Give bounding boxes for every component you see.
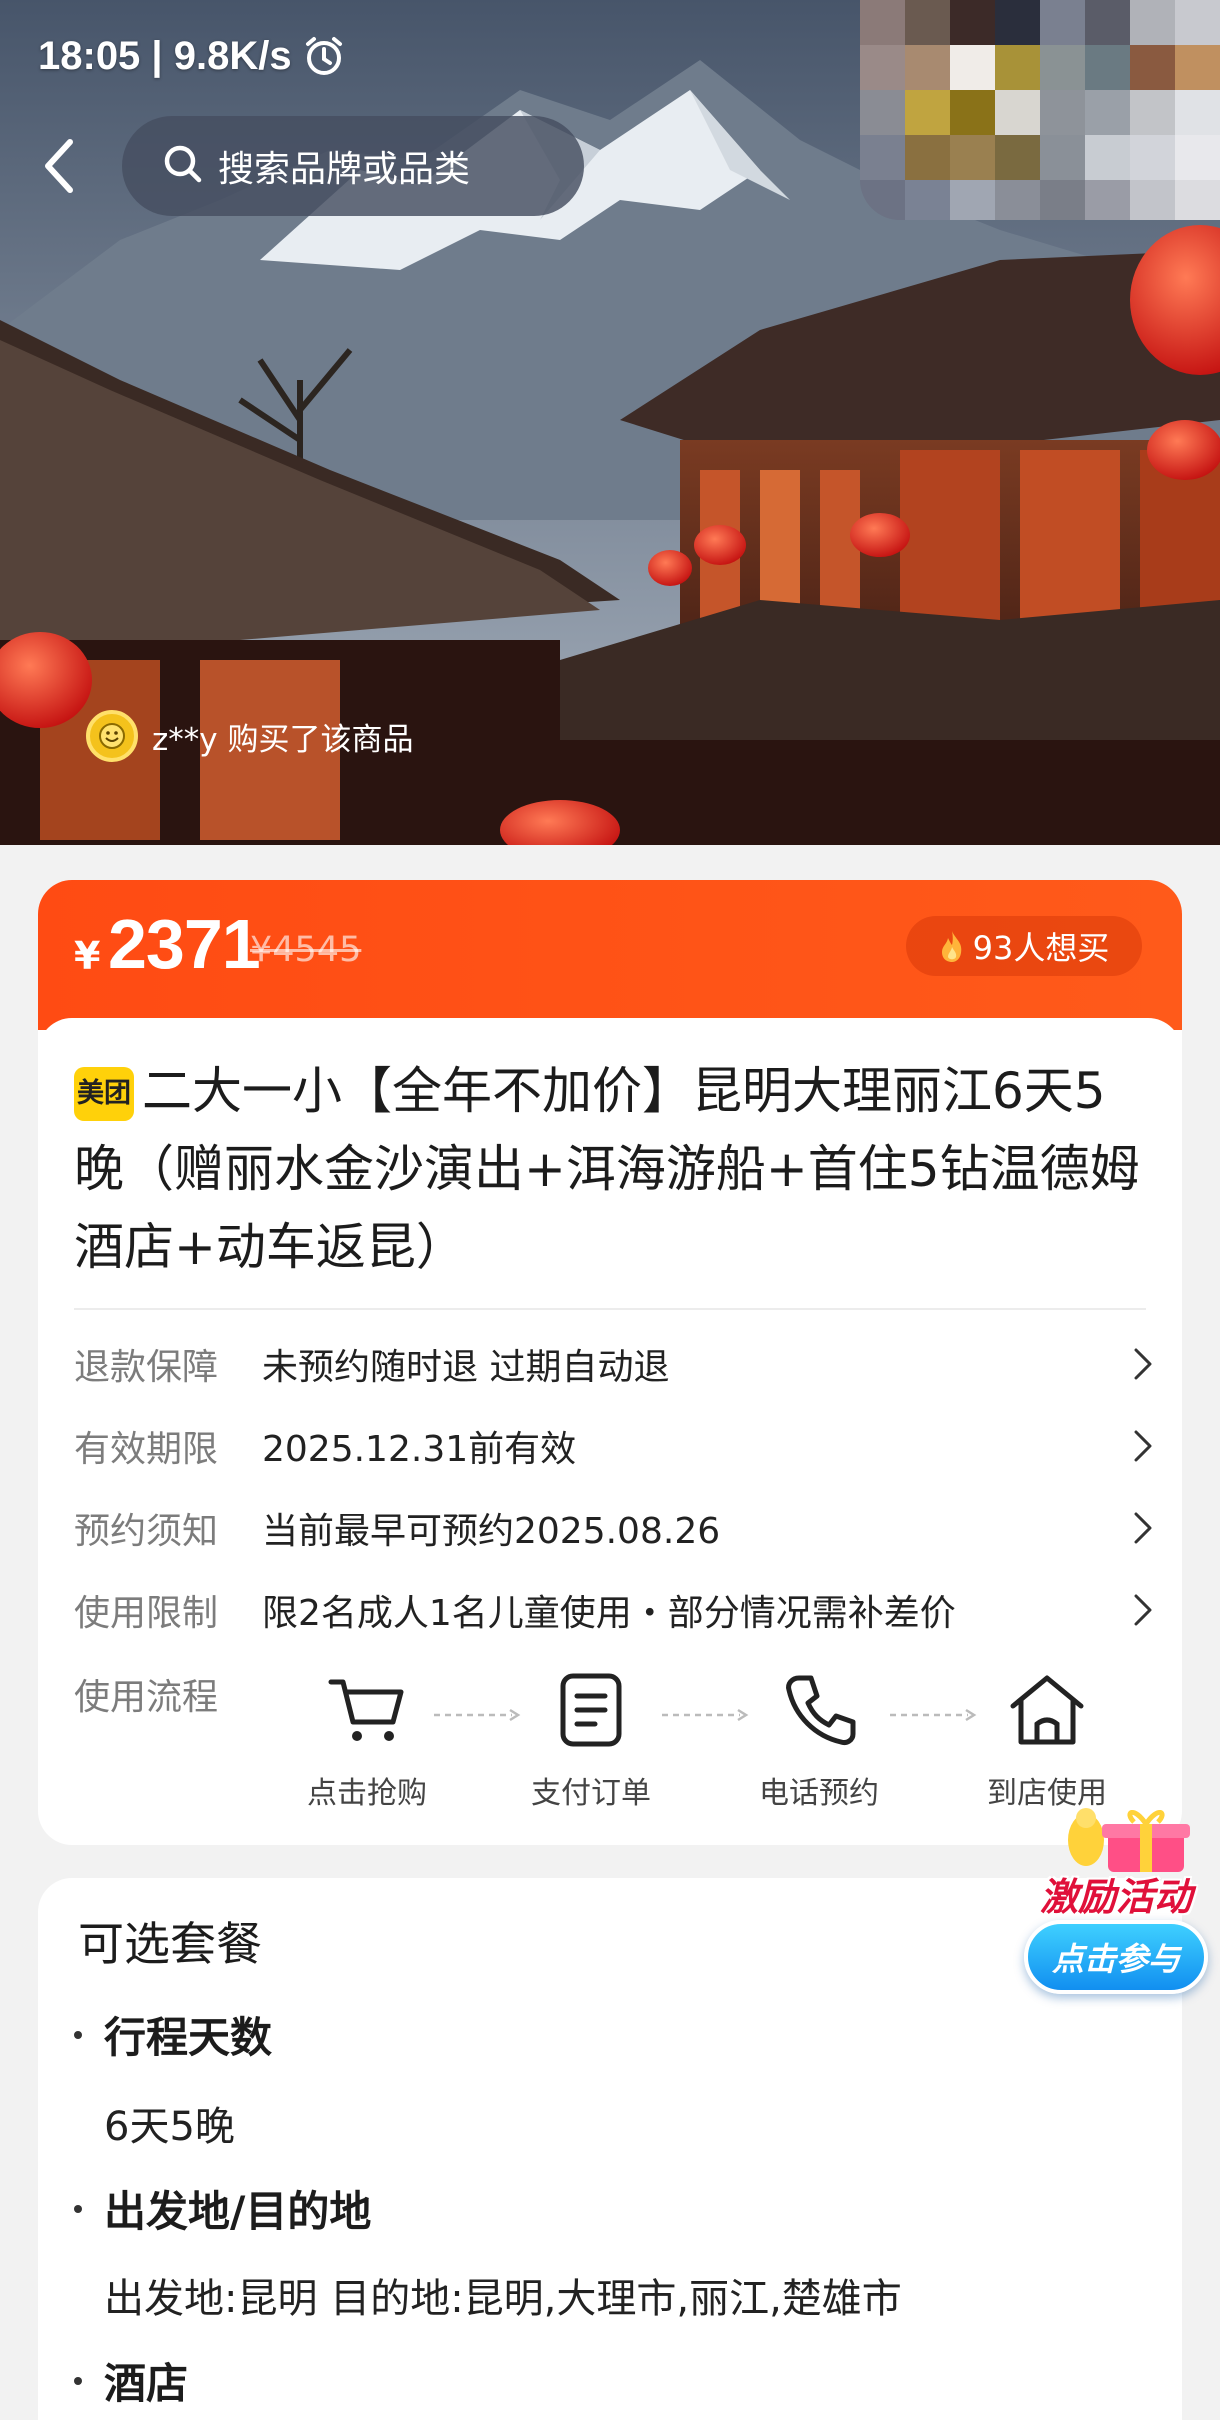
option-value-route[interactable]: 出发地:昆明 目的地:昆明,大理市,丽江,楚雄市 <box>104 2266 902 2324</box>
info-row-restriction[interactable]: 使用限制 限2名成人1名儿童使用・部分情况需补差价 <box>74 1580 1154 1640</box>
options-title: 可选套餐 <box>78 1917 262 1971</box>
flow-step-purchase: 点击抢购 <box>282 1670 452 1812</box>
info-value: 未预约随时退 过期自动退 <box>262 1347 670 1388</box>
search-input[interactable]: 搜索品牌或品类 <box>122 116 584 216</box>
alarm-clock-icon <box>302 34 346 78</box>
info-row-validity[interactable]: 有效期限 2025.12.31前有效 <box>74 1416 1154 1476</box>
original-price: ¥4545 <box>250 930 362 970</box>
usage-flow-label: 使用流程 <box>74 1677 219 1718</box>
flow-step-pay: 支付订单 <box>506 1670 676 1812</box>
chevron-right-icon <box>1114 1428 1154 1464</box>
option-value-days[interactable]: 6天5晚 <box>104 2094 235 2152</box>
currency-symbol: ¥ <box>74 934 101 978</box>
want-count-badge: 93人想买 <box>906 916 1142 976</box>
current-price: 2371 <box>108 905 261 983</box>
flow-step-store: 到店使用 <box>962 1670 1132 1812</box>
buyer-toast-text: z**y 购买了该商品 <box>152 721 414 758</box>
product-card: ¥ 2371 ¥4545 93人想买 美团 二大一小【全年不加价】昆明大理丽江6天… <box>38 880 1182 1845</box>
promo-floating-widget[interactable]: 激励活动 点击参与 <box>1016 1800 1216 2000</box>
buyer-avatar <box>86 710 138 762</box>
phone-icon <box>786 1675 856 1745</box>
recent-buyer-toast: z**y 购买了该商品 <box>86 706 413 766</box>
bullet-icon <box>74 2376 82 2385</box>
info-label: 退款保障 <box>74 1347 219 1388</box>
divider <box>74 1308 1146 1310</box>
home-icon <box>1010 1675 1084 1745</box>
promo-join-button[interactable]: 点击参与 <box>1024 1920 1208 1994</box>
product-title: 美团 二大一小【全年不加价】昆明大理丽江6天5晚（赠丽水金沙演出+洱海游船+首住5… <box>74 1052 1154 1286</box>
hero-banner[interactable]: 18:05 | 9.8K/s 搜索品牌或品类 z**y 购买了该商品 <box>0 0 1220 845</box>
back-button[interactable] <box>28 130 92 202</box>
package-options-card: 可选套餐 行程天数 6天5晚 出发地/目的地 出发地:昆明 目的地:昆明,大理市… <box>38 1878 1182 2420</box>
info-label: 使用限制 <box>74 1593 219 1634</box>
info-row-refund[interactable]: 退款保障 未预约随时退 过期自动退 <box>74 1334 1154 1394</box>
search-icon <box>162 143 204 189</box>
flow-step-phone: 电话预约 <box>734 1670 904 1812</box>
option-heading-days: 行程天数 <box>74 2004 272 2065</box>
option-heading-hotel: 酒店 <box>74 2350 188 2411</box>
chevron-left-icon <box>45 139 73 193</box>
status-time-speed: 18:05 | 9.8K/s <box>38 33 292 78</box>
bullet-icon <box>74 2204 82 2213</box>
flow-step-label: 电话预约 <box>759 1776 879 1811</box>
chevron-right-icon <box>1114 1592 1154 1628</box>
search-placeholder: 搜索品牌或品类 <box>218 149 471 190</box>
cart-icon <box>328 1679 404 1741</box>
gift-icon <box>1068 1808 1190 1872</box>
meituan-badge: 美团 <box>74 1067 134 1121</box>
info-value: 2025.12.31前有效 <box>262 1429 577 1470</box>
option-heading-text: 出发地/目的地 <box>104 2187 372 2236</box>
flow-step-label: 支付订单 <box>531 1776 651 1811</box>
want-count-text: 93人想买 <box>972 929 1110 967</box>
info-label: 预约须知 <box>74 1511 219 1552</box>
product-title-text: 二大一小【全年不加价】昆明大理丽江6天5晚（赠丽水金沙演出+洱海游船+首住5钻温… <box>74 1062 1140 1276</box>
info-value: 当前最早可预约2025.08.26 <box>262 1511 721 1552</box>
chevron-right-icon <box>1114 1346 1154 1382</box>
fire-icon <box>941 931 961 962</box>
flow-step-label: 点击抢购 <box>307 1776 427 1811</box>
bullet-icon <box>74 2030 82 2039</box>
info-label: 有效期限 <box>74 1429 219 1470</box>
info-value: 限2名成人1名儿童使用・部分情况需补差价 <box>262 1593 956 1634</box>
info-row-booking[interactable]: 预约须知 当前最早可预约2025.08.26 <box>74 1498 1154 1558</box>
blurred-region <box>860 0 1220 220</box>
chevron-right-icon <box>1114 1510 1154 1546</box>
smiley-icon <box>99 723 125 749</box>
option-heading-text: 行程天数 <box>104 2013 273 2062</box>
option-heading-route: 出发地/目的地 <box>74 2178 371 2239</box>
option-heading-text: 酒店 <box>104 2359 189 2408</box>
document-icon <box>560 1673 622 1747</box>
status-bar: 18:05 | 9.8K/s <box>38 28 346 84</box>
promo-title: 激励活动 <box>1039 1875 1192 1919</box>
